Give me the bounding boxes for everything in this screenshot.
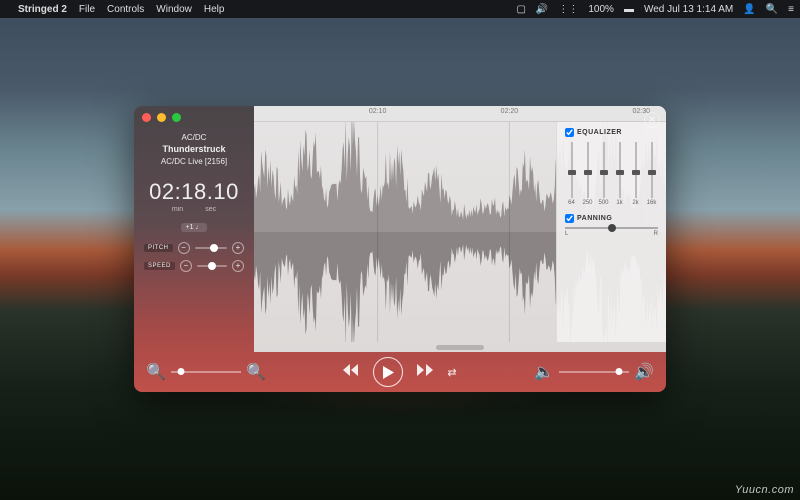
eq-panel: EQUALIZER 642505001k2k16k PANNING L <box>556 122 666 342</box>
zoom-out-icon[interactable]: 🔍 <box>146 362 166 382</box>
menubar-item-controls[interactable]: Controls <box>107 4 144 15</box>
waveform-panel: 02:10 02:20 02:30 EQUALIZER 642505001k2k… <box>254 106 666 352</box>
speed-slider[interactable] <box>197 265 227 267</box>
equalizer-label: EQUALIZER <box>577 129 622 136</box>
panning-right-label: R <box>654 231 658 237</box>
panning-thumb[interactable] <box>608 224 616 232</box>
transport-bar: 🔍 🔍 ⇄ 🔈 🔊 <box>134 352 666 392</box>
eq-band-2k[interactable]: 2k <box>629 142 642 206</box>
pitch-slider[interactable] <box>195 247 228 249</box>
menubar-item-help[interactable]: Help <box>204 4 225 15</box>
speed-decrease-button[interactable]: − <box>180 260 192 272</box>
track-metadata: AC/DC Thunderstruck AC/DC Live [2156] <box>144 132 244 167</box>
sidebar: AC/DC Thunderstruck AC/DC Live [2156] 02… <box>134 106 254 352</box>
panning-toggle[interactable] <box>565 214 574 223</box>
speed-slider-thumb[interactable] <box>208 262 216 270</box>
time-ruler[interactable]: 02:10 02:20 02:30 <box>254 106 666 122</box>
loop-button[interactable]: ⇄ <box>447 366 456 379</box>
notification-center-icon[interactable]: ≡ <box>788 4 794 15</box>
menubar-clock[interactable]: Wed Jul 13 1:14 AM <box>644 4 733 15</box>
menubar-item-file[interactable]: File <box>79 4 95 15</box>
battery-icon: ▬ <box>624 4 634 15</box>
play-button[interactable] <box>373 357 403 387</box>
window-minimize-button[interactable] <box>157 113 166 122</box>
panel-close-button[interactable]: ✕ <box>644 112 660 128</box>
pitch-label: PITCH <box>144 244 173 252</box>
zoom-slider-thumb[interactable] <box>178 368 185 375</box>
volume-slider-thumb[interactable] <box>615 368 622 375</box>
track-album: AC/DC Live [2156] <box>144 156 244 167</box>
battery-status[interactable]: 100% <box>588 4 614 15</box>
eq-sliders: 642505001k2k16k <box>565 142 658 206</box>
time-display: 02:18.10 <box>144 179 244 205</box>
wifi-icon[interactable]: ⋮⋮ <box>558 4 578 15</box>
eq-band-16k[interactable]: 16k <box>645 142 658 206</box>
volume-high-icon: 🔊 <box>634 362 654 382</box>
desktop-background: Stringed 2 File Controls Window Help ▢ 🔊… <box>0 0 800 500</box>
zoom-in-icon[interactable]: 🔍 <box>246 362 266 382</box>
speed-label: SPEED <box>144 262 175 270</box>
pitch-decrease-button[interactable]: − <box>178 242 190 254</box>
track-title: Thunderstruck <box>144 143 244 156</box>
pitch-badge: +1 ♩ <box>181 223 208 232</box>
panning-label: PANNING <box>577 215 612 222</box>
waveform-scrollbar[interactable] <box>436 345 484 350</box>
menubar-app-name[interactable]: Stringed 2 <box>18 4 67 15</box>
pitch-slider-thumb[interactable] <box>210 244 218 252</box>
pitch-increase-button[interactable]: + <box>232 242 244 254</box>
zoom-slider[interactable] <box>171 371 241 373</box>
macos-menubar: Stringed 2 File Controls Window Help ▢ 🔊… <box>0 0 800 18</box>
pitch-control: PITCH − + <box>144 242 244 254</box>
time-min-label: min <box>172 206 183 213</box>
window-traffic-lights <box>142 113 181 122</box>
window-close-button[interactable] <box>142 113 151 122</box>
equalizer-toggle[interactable] <box>565 128 574 137</box>
eq-band-1k[interactable]: 1k <box>613 142 626 206</box>
panning-slider[interactable] <box>565 227 658 229</box>
volume-icon[interactable]: 🔊 <box>536 4 548 15</box>
watermark: Yuucn.com <box>735 484 794 496</box>
airplay-icon[interactable]: ▢ <box>516 4 525 15</box>
volume-slider[interactable] <box>559 371 629 373</box>
user-icon[interactable]: 👤 <box>743 4 755 15</box>
time-sec-label: sec <box>205 206 216 213</box>
menubar-item-window[interactable]: Window <box>156 4 192 15</box>
ruler-mark: 02:10 <box>369 108 387 115</box>
speed-control: SPEED − + <box>144 260 244 272</box>
ruler-mark: 02:20 <box>501 108 519 115</box>
spotlight-icon[interactable]: 🔍 <box>766 4 778 15</box>
panning-left-label: L <box>565 231 568 237</box>
fast-forward-button[interactable] <box>417 363 433 381</box>
speed-increase-button[interactable]: + <box>232 260 244 272</box>
eq-band-64[interactable]: 64 <box>565 142 578 206</box>
app-window: ✕ AC/DC Thunderstruck AC/DC Live [2156] … <box>134 106 666 392</box>
eq-band-500[interactable]: 500 <box>597 142 610 206</box>
rewind-button[interactable] <box>343 363 359 381</box>
eq-band-250[interactable]: 250 <box>581 142 594 206</box>
track-artist: AC/DC <box>144 132 244 143</box>
window-zoom-button[interactable] <box>172 113 181 122</box>
volume-low-icon: 🔈 <box>534 362 554 382</box>
